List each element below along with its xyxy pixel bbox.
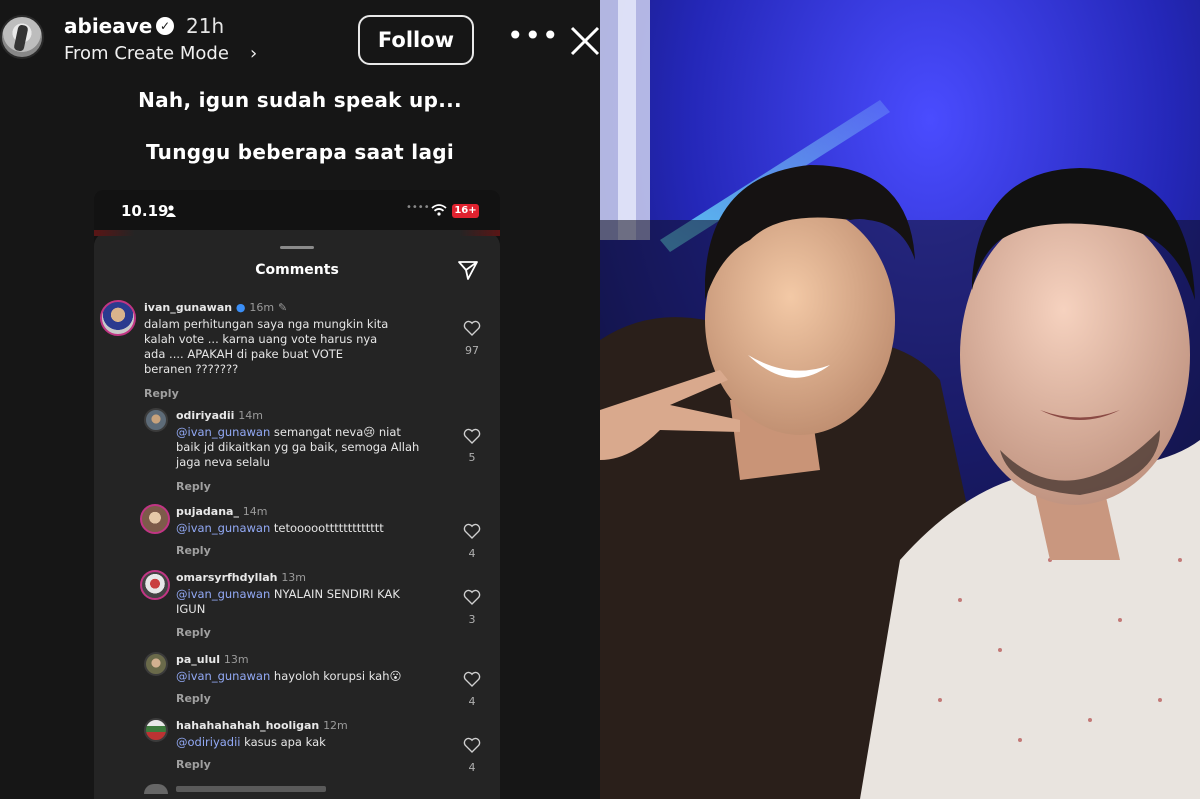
- comment-time: 13m: [223, 653, 249, 666]
- comments-title: Comments: [255, 262, 339, 278]
- verified-badge-icon: ✓: [156, 17, 174, 35]
- heart-icon[interactable]: [463, 428, 481, 444]
- comment-mention[interactable]: @ivan_gunawan: [176, 587, 270, 601]
- like-count: 4: [468, 695, 476, 708]
- comment-username[interactable]: odiriyadii: [176, 409, 234, 422]
- story-avatar[interactable]: [0, 15, 44, 59]
- like-count: 5: [468, 451, 476, 464]
- comment-time: 16m: [249, 301, 275, 314]
- comment-username[interactable]: pujadana_: [176, 505, 239, 518]
- story-username[interactable]: abieave: [64, 14, 152, 38]
- commenter-avatar[interactable]: [144, 718, 168, 742]
- heart-icon[interactable]: [463, 737, 481, 753]
- reply-button[interactable]: Reply: [176, 479, 211, 494]
- more-horizontal-icon[interactable]: •••: [507, 22, 559, 52]
- comment-item: ivan_gunawan ● 16m ✎ dalam perhitungan s…: [100, 300, 494, 400]
- like-count: 4: [468, 547, 476, 560]
- story-caption-line-2: Tunggu beberapa saat lagi: [145, 140, 455, 164]
- comment-reply: pujadana_ 14m @ivan_gunawan tetoooootttt…: [140, 504, 494, 564]
- follow-button[interactable]: Follow: [358, 15, 474, 65]
- embedded-comments-screenshot: 10.19 •••• 16+ Comments ivan_gunawan ● 1…: [94, 190, 500, 799]
- like-count: 97: [465, 344, 479, 357]
- wifi-icon: [431, 204, 447, 216]
- commenter-avatar[interactable]: [144, 408, 168, 432]
- comment-mention[interactable]: @ivan_gunawan: [176, 669, 270, 683]
- comment-text: dalam perhitungan saya nga mungkin kita …: [144, 317, 389, 376]
- story-age: 21h: [186, 14, 225, 38]
- sheet-grabber[interactable]: [280, 246, 314, 249]
- like-count: 3: [468, 613, 476, 626]
- selfie-photo-illustration: [600, 0, 1200, 799]
- verified-badge-icon: ●: [235, 301, 246, 314]
- reply-button[interactable]: Reply: [176, 691, 211, 706]
- like-count: 4: [468, 761, 476, 774]
- comment-time: 12m: [323, 719, 348, 732]
- reply-button[interactable]: Reply: [176, 625, 211, 640]
- chevron-right-icon[interactable]: ›: [250, 43, 257, 64]
- battery-icon: 16+: [452, 204, 479, 218]
- comment-time: 14m: [238, 409, 263, 422]
- comment-username[interactable]: hahahahahah_hooligan: [176, 719, 319, 732]
- comment-text: kasus apa kak: [240, 735, 326, 749]
- comment-reply-partial: [144, 784, 344, 794]
- comment-text: tetooooottttttttttttt: [270, 521, 384, 535]
- reply-button[interactable]: Reply: [176, 543, 211, 558]
- commenter-avatar[interactable]: [140, 570, 170, 600]
- heart-icon[interactable]: [463, 523, 481, 539]
- comment-reply: odiriyadii 14m @ivan_gunawan semangat ne…: [144, 408, 494, 494]
- comment-username[interactable]: ivan_gunawan: [144, 301, 232, 314]
- comment-mention[interactable]: @odiriyadii: [176, 735, 241, 749]
- commenter-avatar[interactable]: [144, 652, 168, 676]
- reply-button[interactable]: Reply: [176, 757, 211, 772]
- selfie-photo: [600, 0, 1200, 799]
- story-caption-line-1: Nah, igun sudah speak up...: [138, 88, 462, 112]
- heart-icon[interactable]: [463, 320, 481, 336]
- signal-dots-icon: ••••: [406, 202, 430, 213]
- reply-button[interactable]: Reply: [144, 386, 179, 401]
- comment-text: hayoloh korupsi kah😮: [270, 669, 402, 683]
- send-icon[interactable]: [457, 259, 479, 281]
- story-subtitle[interactable]: From Create Mode: [64, 43, 229, 64]
- commenter-avatar[interactable]: [100, 300, 136, 336]
- comment-reply: pa_ulul 13m @ivan_gunawan hayoloh korups…: [144, 652, 494, 712]
- heart-icon[interactable]: [463, 671, 481, 687]
- phone-status-time: 10.19: [121, 202, 169, 220]
- story-header: abieave ✓ 21h From Create Mode › Follow …: [0, 0, 600, 80]
- commenter-avatar[interactable]: [140, 504, 170, 534]
- heart-icon[interactable]: [463, 589, 481, 605]
- story-panel: abieave ✓ 21h From Create Mode › Follow …: [0, 0, 600, 799]
- comment-username[interactable]: pa_ulul: [176, 653, 220, 666]
- comment-time: 13m: [281, 571, 307, 584]
- phone-status-bar: 10.19 •••• 16+: [94, 190, 500, 234]
- comment-username[interactable]: omarsyrfhdyllah: [176, 571, 277, 584]
- comment-mention[interactable]: @ivan_gunawan: [176, 521, 270, 535]
- comments-sheet: Comments ivan_gunawan ● 16m ✎ dalam perh…: [94, 230, 500, 799]
- pin-icon: ✎: [277, 301, 288, 314]
- close-icon[interactable]: [568, 22, 600, 58]
- comment-reply: omarsyrfhdyllah 13m @ivan_gunawan NYALAI…: [140, 570, 494, 646]
- comment-time: 14m: [242, 505, 268, 518]
- comment-mention[interactable]: @ivan_gunawan: [176, 425, 270, 439]
- comment-reply: hahahahahah_hooligan 12m @odiriyadii kas…: [144, 718, 494, 778]
- person-icon: [166, 205, 176, 217]
